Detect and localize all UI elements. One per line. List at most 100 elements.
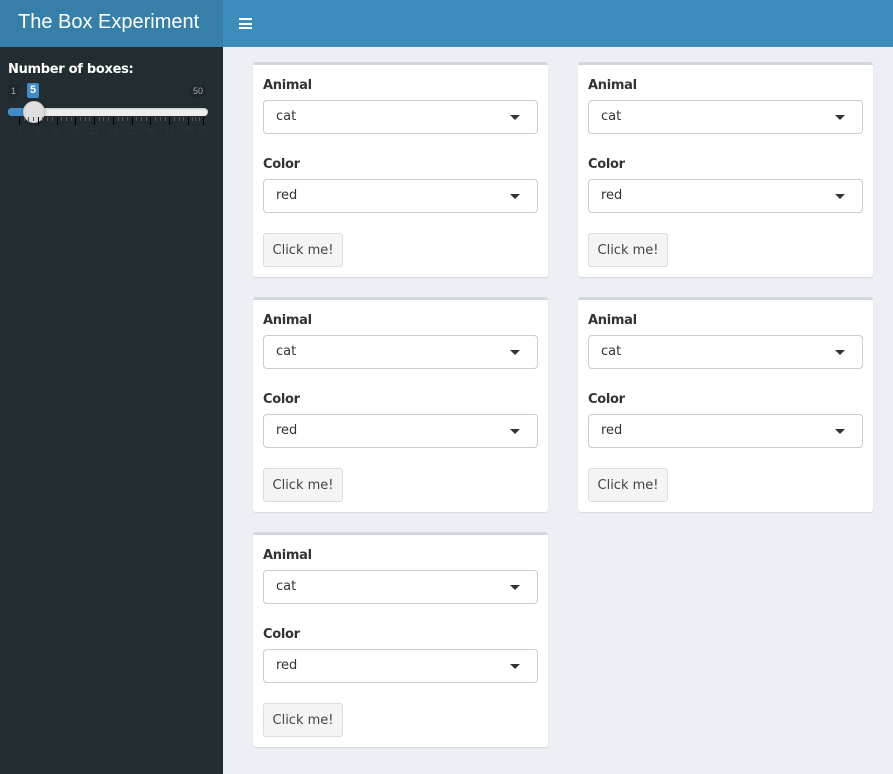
animal-select[interactable]: cat	[588, 335, 863, 369]
slider-major-tick	[131, 117, 133, 125]
slider-minor-tick	[98, 117, 100, 121]
slider-minor-tick	[178, 117, 180, 121]
slider-major-tick	[169, 117, 171, 125]
slider-tick-label: 1	[16, 126, 22, 136]
caret-down-icon	[510, 664, 520, 669]
animal-select-value: cat	[276, 579, 297, 594]
slider-major-tick	[150, 117, 152, 125]
animal-label: Animal	[588, 78, 637, 93]
slider-minor-tick	[70, 117, 72, 121]
click-me-button[interactable]: Click me!	[263, 703, 343, 737]
caret-down-icon	[510, 115, 520, 120]
box-panel: Animal cat Color red Click me!	[578, 297, 873, 512]
animal-label: Animal	[263, 78, 312, 93]
slider-minor-tick	[164, 117, 166, 121]
slider-label: Number of boxes:	[8, 62, 134, 77]
slider-minor-tick	[51, 117, 53, 121]
slider-minor-tick	[80, 117, 82, 121]
slider-tick-label: 50	[197, 126, 209, 136]
slider-minor-tick	[199, 117, 201, 121]
color-label: Color	[263, 392, 300, 407]
animal-label: Animal	[263, 313, 312, 328]
slider-minor-tick	[126, 117, 128, 121]
slider-minor-tick	[191, 117, 193, 121]
slider-value-label: 5	[27, 83, 40, 98]
slider-minor-tick	[173, 117, 175, 121]
slider-tick-label: 26	[107, 126, 118, 136]
animal-label: Animal	[263, 548, 312, 563]
number-of-boxes-slider[interactable]: 1 50 5 1 6 11 16 21 26 31 36 41 46 50	[8, 83, 208, 143]
slider-tick-label: 36	[145, 126, 156, 136]
slider-minor-tick	[155, 117, 157, 121]
slider-minor-tick	[117, 117, 119, 121]
box-panel: Animal cat Color red Click me!	[253, 532, 548, 747]
caret-down-icon	[835, 429, 845, 434]
caret-down-icon	[510, 585, 520, 590]
color-select[interactable]: red	[588, 179, 863, 213]
slider-minor-tick	[108, 117, 110, 121]
slider-minor-tick	[103, 117, 105, 121]
slider-minor-tick	[183, 117, 185, 121]
caret-down-icon	[510, 350, 520, 355]
color-label: Color	[263, 627, 300, 642]
color-select[interactable]: red	[263, 179, 538, 213]
sidebar: Number of boxes: 1 50 5 1 6 11 16 21 26 31 36 41…	[0, 47, 223, 774]
caret-down-icon	[835, 115, 845, 120]
color-select-value: red	[276, 423, 298, 438]
animal-select-value: cat	[601, 344, 622, 359]
slider-major-tick	[19, 117, 20, 125]
slider-tick-label: 41	[164, 126, 175, 136]
animal-select[interactable]: cat	[263, 570, 538, 604]
slider-minor-tick	[136, 117, 138, 121]
slider-major-tick	[37, 117, 39, 125]
color-select-value: red	[601, 188, 623, 203]
slider-minor-tick	[195, 117, 197, 121]
app-title[interactable]: The Box Experiment	[0, 0, 223, 47]
slider-major-tick	[75, 117, 77, 125]
slider-minor-tick	[28, 117, 30, 121]
slider-minor-tick	[141, 117, 143, 121]
slider-minor-tick	[65, 117, 67, 121]
hamburger-menu-icon	[238, 18, 252, 29]
animal-select-value: cat	[601, 109, 622, 124]
slider-minor-tick	[89, 117, 91, 121]
slider-major-tick	[112, 117, 114, 125]
slider-major-tick	[203, 117, 204, 125]
slider-max-label: 50	[189, 85, 206, 97]
color-select-value: red	[276, 188, 298, 203]
slider-major-tick	[56, 117, 58, 125]
animal-select[interactable]: cat	[588, 100, 863, 134]
slider-tick-label: 31	[126, 126, 137, 136]
slider-minor-tick	[122, 117, 124, 121]
animal-select[interactable]: cat	[263, 100, 538, 134]
color-select[interactable]: red	[588, 414, 863, 448]
slider-minor-tick	[33, 117, 35, 121]
animal-select[interactable]: cat	[263, 335, 538, 369]
caret-down-icon	[835, 350, 845, 355]
click-me-button[interactable]: Click me!	[588, 468, 668, 502]
box-panel: Animal cat Color red Click me!	[253, 62, 548, 277]
slider-minor-tick	[145, 117, 147, 121]
box-panel: Animal cat Color red Click me!	[578, 62, 873, 277]
slider-min-label: 1	[8, 85, 20, 97]
color-select-value: red	[276, 658, 298, 673]
slider-grid: 1 6 11 16 21 26 31 36 41 46 50	[8, 117, 208, 139]
slider-minor-tick	[159, 117, 161, 121]
slider-tick-label: 46	[182, 126, 193, 136]
click-me-button[interactable]: Click me!	[263, 468, 343, 502]
color-label: Color	[588, 157, 625, 172]
slider-minor-tick	[42, 117, 44, 121]
slider-minor-tick	[61, 117, 63, 121]
color-select[interactable]: red	[263, 414, 538, 448]
slider-major-tick	[94, 117, 96, 125]
color-select[interactable]: red	[263, 649, 538, 683]
color-select-value: red	[601, 423, 623, 438]
main-header: The Box Experiment	[0, 0, 893, 47]
click-me-button[interactable]: Click me!	[263, 233, 343, 267]
animal-label: Animal	[588, 313, 637, 328]
slider-minor-tick	[47, 117, 49, 121]
caret-down-icon	[835, 194, 845, 199]
sidebar-toggle-button[interactable]	[223, 0, 267, 47]
slider-tick-label: 21	[89, 126, 100, 136]
click-me-button[interactable]: Click me!	[588, 233, 668, 267]
